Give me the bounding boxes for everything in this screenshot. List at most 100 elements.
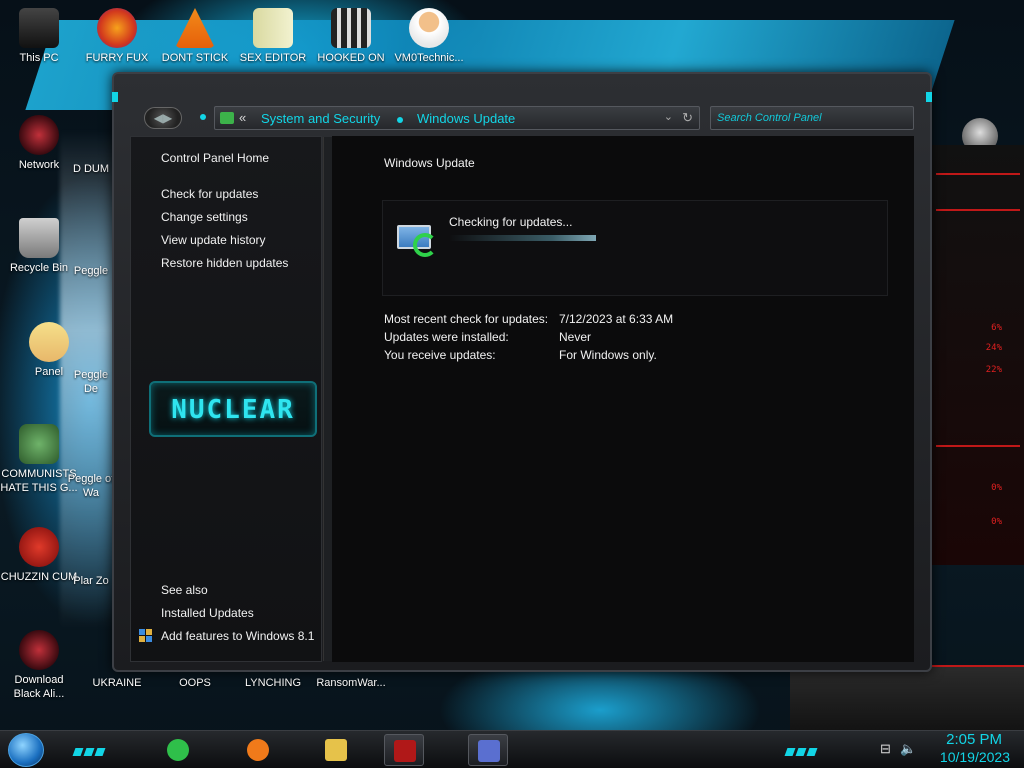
hex-editor-icon — [253, 8, 293, 48]
clock-time[interactable]: 2:05 PM — [946, 731, 1002, 748]
desktop-icon-label: Peggle De — [73, 369, 109, 395]
volume-icon[interactable]: 🔈 — [900, 741, 916, 757]
desktop-icon-vm0technic[interactable]: VM0Technic... — [390, 8, 468, 65]
desktop-icon-label: Recycle Bin — [9, 262, 69, 274]
firefox-icon — [97, 8, 137, 48]
desktop-icon-label: Peggle of Wa — [67, 473, 115, 499]
taskbar-app-firefox[interactable] — [238, 734, 278, 766]
desktop-icon-oops[interactable]: OOPS — [156, 676, 234, 690]
taskbar-app-notes[interactable] — [158, 734, 198, 766]
desktop-icon-download-black-ali[interactable]: Download Black Ali... — [0, 630, 78, 701]
desktop-icon-furry-fux[interactable]: FURRY FUX — [78, 8, 156, 65]
taskbar-app-window[interactable] — [384, 734, 424, 766]
breadcrumb-separator — [397, 117, 403, 123]
recycle-bin-icon — [19, 218, 59, 258]
desktop-icon-peggle[interactable]: Peggle — [66, 264, 116, 278]
clock-date[interactable]: 10/19/2023 — [940, 749, 1010, 765]
taskbar-accent — [784, 743, 822, 756]
file-explorer-icon — [325, 739, 347, 761]
window-accent — [926, 92, 932, 102]
chuzzle-icon — [19, 527, 59, 567]
desktop-icon-hooked-on[interactable]: HOOKED ON — [312, 8, 390, 65]
desktop-icon-peggle-de[interactable]: Peggle De — [66, 368, 116, 396]
desktop-icon-lynching[interactable]: LYNCHING — [234, 676, 312, 690]
nav-indicator — [200, 114, 206, 120]
desktop-icon-this-pc[interactable]: This PC — [0, 8, 78, 65]
breadcrumb-system-security[interactable]: System and Security — [261, 111, 380, 126]
desktop-icon-dont-stick[interactable]: DONT STICK — [156, 8, 234, 65]
desktop-icon-label: Peggle — [73, 265, 109, 277]
refresh-icon[interactable]: ↻ — [682, 110, 693, 126]
gadget-line — [936, 173, 1020, 175]
desktop-icon-peggle-wa[interactable]: Peggle of Wa — [66, 472, 116, 500]
maze-game-icon — [331, 8, 371, 48]
address-bar[interactable]: « System and Security Windows Update ⌄ ↻ — [214, 106, 700, 130]
left-nav-pane: Control Panel Home Check for updates Cha… — [130, 136, 335, 662]
chevron-left-icon[interactable]: « — [239, 110, 246, 125]
desktop-icon-label: UKRAINE — [92, 677, 142, 689]
desktop-icon-label: RansomWar... — [316, 677, 386, 689]
info-value-receive: For Windows only. — [559, 348, 657, 362]
taskbar-accent — [72, 743, 110, 756]
windows-update-icon — [397, 225, 439, 257]
update-status-panel: Checking for updates... — [382, 200, 888, 296]
desktop-icon-label: DONT STICK — [161, 52, 229, 64]
installed-updates-link[interactable]: Installed Updates — [161, 606, 254, 620]
firefox-icon — [247, 739, 269, 761]
desktop-icon-ransomware[interactable]: RansomWar... — [312, 676, 390, 690]
desktop-icon-label: FURRY FUX — [85, 52, 149, 64]
taskbar-app-file-explorer[interactable] — [316, 734, 356, 766]
navigation-bar: ◀▶ « System and Security Windows Update … — [114, 102, 930, 136]
network-icon[interactable]: ⊟ — [880, 741, 891, 757]
nuclear-theme-logo: NUCLEAR — [149, 381, 317, 437]
info-label-receive: You receive updates: — [384, 348, 496, 362]
gadget-line — [936, 209, 1020, 211]
gadget-value: 6% — [991, 323, 1002, 333]
system-tray: ⊟ 🔈 2:05 PM 10/19/2023 — [874, 731, 1024, 768]
update-status-text: Checking for updates... — [449, 215, 573, 229]
window-accent — [112, 92, 118, 102]
info-label-last-check: Most recent check for updates: — [384, 312, 549, 326]
gadget-value: 24% — [985, 343, 1002, 353]
check-for-updates-link[interactable]: Check for updates — [161, 187, 258, 201]
character-shortcut-icon — [29, 322, 69, 362]
desktop-icon-label: HOOKED ON — [317, 52, 385, 64]
breadcrumb-windows-update[interactable]: Windows Update — [417, 111, 515, 126]
network-globe-icon — [19, 115, 59, 155]
windows-shield-icon — [139, 629, 153, 643]
info-label-installed: Updates were installed: — [384, 330, 509, 344]
info-value-installed: Never — [559, 330, 592, 344]
desktop-icon-label: VM0Technic... — [394, 52, 464, 64]
change-settings-link[interactable]: Change settings — [161, 210, 248, 224]
control-panel-window: ◀▶ « System and Security Windows Update … — [112, 72, 932, 672]
desktop-icon-label: Network — [18, 159, 60, 171]
back-forward-button[interactable]: ◀▶ — [144, 107, 182, 129]
page-title: Windows Update — [384, 156, 475, 170]
control-panel-home-link[interactable]: Control Panel Home — [161, 151, 269, 165]
chevron-down-icon[interactable]: ⌄ — [664, 110, 673, 123]
desktop-icon-sex-editor[interactable]: SEX EDITOR — [234, 8, 312, 65]
search-input[interactable] — [711, 107, 913, 129]
info-value-last-check: 7/12/2023 at 6:33 AM — [559, 312, 674, 326]
app-window-icon — [394, 740, 416, 762]
search-box[interactable] — [710, 106, 914, 130]
desktop-icon-label: Panel — [34, 366, 64, 378]
back-arrow-icon: ◀▶ — [153, 111, 173, 125]
logo-text: NUCLEAR — [171, 395, 295, 425]
add-features-link[interactable]: Add features to Windows 8.1 — [161, 629, 314, 643]
character-shortcut-icon — [19, 424, 59, 464]
start-button[interactable] — [8, 733, 44, 767]
desktop-icon-ukraine[interactable]: UKRAINE — [78, 676, 156, 690]
desktop-icon-label: LYNCHING — [244, 677, 302, 689]
progress-fill — [449, 235, 596, 241]
view-update-history-link[interactable]: View update history — [161, 233, 266, 247]
restore-hidden-updates-link[interactable]: Restore hidden updates — [161, 256, 288, 270]
windows-update-content: Windows Update Checking for updates... M… — [332, 136, 914, 662]
desktop-icon-plants-zo[interactable]: Plar Zo — [66, 574, 116, 588]
gadget-value: 0% — [991, 517, 1002, 527]
taskbar-app-control-panel[interactable] — [468, 734, 508, 766]
desktop-icon-d-dum[interactable]: D DUM — [66, 162, 116, 176]
desktop-icon-label: This PC — [19, 52, 59, 64]
doctor-avatar-icon — [409, 8, 449, 48]
gadget-line — [936, 445, 1020, 447]
